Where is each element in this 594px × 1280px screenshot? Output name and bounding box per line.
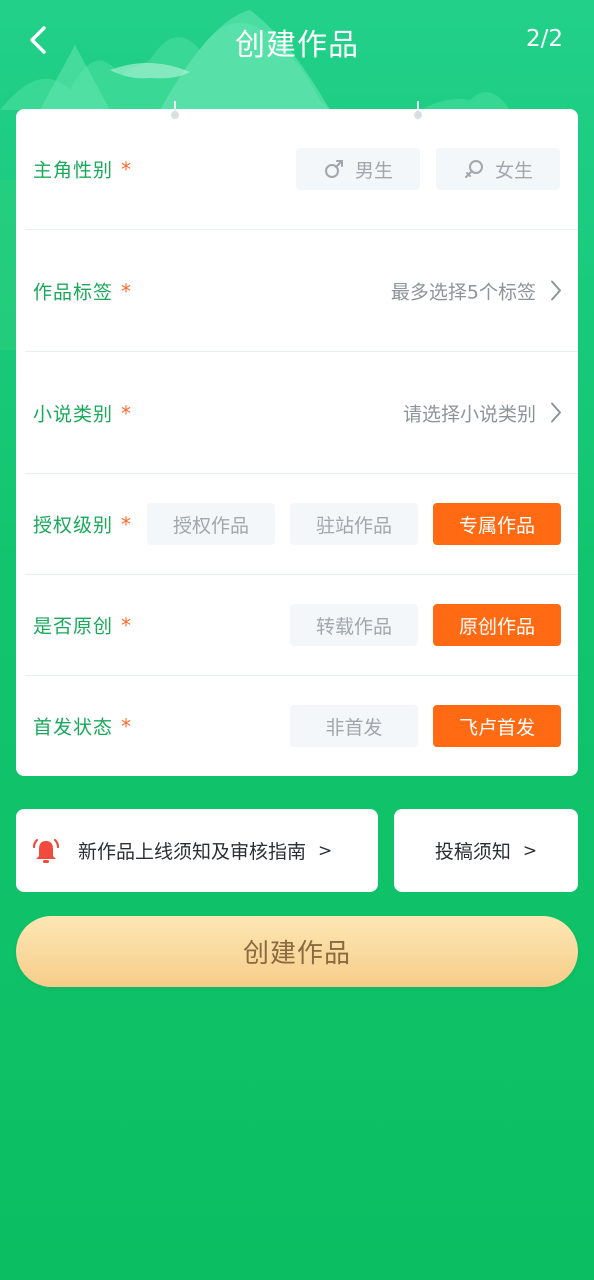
submission-notice-text: 投稿须知: [434, 841, 511, 863]
required-mark: *: [121, 401, 133, 425]
original-option-reprint[interactable]: 转载作品: [290, 604, 418, 646]
bell-icon: [32, 837, 60, 865]
category-picker[interactable]: 请选择小说类别: [403, 399, 562, 426]
form-card: 主角性别 * 男生 女生 作品标签 * 最多选择5个标签 小说类别 * 请选择小…: [16, 101, 578, 776]
original-row: 是否原创 * 转载作品 原创作品: [25, 575, 578, 676]
step-indicator: 2/2: [525, 26, 563, 52]
female-icon: [463, 158, 485, 180]
guide-notice-arrow: >: [318, 840, 333, 861]
required-mark: *: [121, 613, 133, 638]
category-label: 小说类别 *: [33, 401, 133, 425]
tags-row[interactable]: 作品标签 * 最多选择5个标签: [25, 230, 578, 352]
create-work-button[interactable]: 创建作品: [16, 916, 578, 987]
license-label: 授权级别 *: [33, 512, 133, 537]
gender-row: 主角性别 * 男生 女生: [25, 109, 578, 230]
first-publish-option-not-first[interactable]: 非首发: [290, 705, 418, 747]
guide-notice-text: 新作品上线须知及审核指南: [78, 841, 307, 863]
required-mark: *: [121, 157, 133, 182]
chevron-right-icon: [551, 402, 561, 423]
first-publish-row: 首发状态 * 非首发 飞卢首发: [25, 676, 578, 776]
gender-option-female[interactable]: 女生: [436, 148, 560, 190]
gender-option-male[interactable]: 男生: [296, 148, 420, 190]
required-mark: *: [121, 714, 133, 739]
first-publish-option-feilu-first[interactable]: 飞卢首发: [433, 705, 561, 747]
chevron-right-icon: [551, 280, 561, 301]
first-publish-label: 首发状态 *: [33, 714, 133, 739]
license-option-authorized[interactable]: 授权作品: [147, 503, 275, 545]
tags-label: 作品标签 *: [33, 279, 133, 303]
category-row[interactable]: 小说类别 * 请选择小说类别: [25, 352, 578, 474]
submission-notice-arrow: >: [522, 840, 538, 861]
submission-notice-card[interactable]: 投稿须知 >: [394, 809, 578, 892]
male-icon: [323, 158, 345, 180]
original-option-original[interactable]: 原创作品: [433, 604, 561, 646]
header: 创建作品 2/2: [0, 0, 594, 82]
page-title: 创建作品: [235, 28, 359, 63]
gender-label: 主角性别 *: [33, 157, 133, 182]
required-mark: *: [121, 279, 133, 303]
license-option-resident[interactable]: 驻站作品: [290, 503, 418, 545]
original-label: 是否原创 *: [33, 613, 133, 638]
tags-picker[interactable]: 最多选择5个标签: [391, 277, 562, 304]
guide-notice-card[interactable]: 新作品上线须知及审核指南 >: [16, 809, 378, 892]
required-mark: *: [121, 512, 133, 537]
license-row: 授权级别 * 授权作品 驻站作品 专属作品: [25, 474, 578, 575]
license-option-exclusive[interactable]: 专属作品: [433, 503, 561, 545]
